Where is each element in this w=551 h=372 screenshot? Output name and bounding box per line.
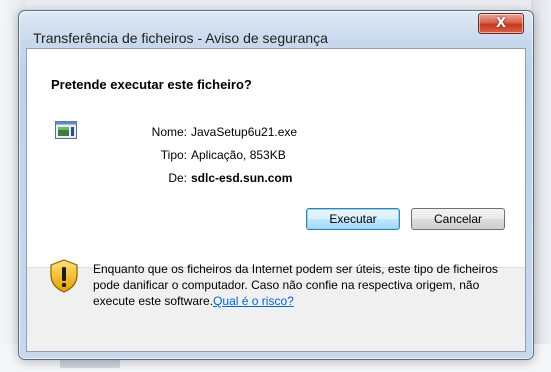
type-label-cell: Tipo:	[119, 148, 187, 162]
run-button[interactable]: Executar	[306, 208, 400, 230]
warning-message: Enquanto que os ficheiros da Internet po…	[93, 261, 513, 309]
dialog-question: Pretende executar este ficheiro?	[51, 77, 252, 92]
application-icon	[55, 121, 77, 139]
warning-text: Enquanto que os ficheiros da Internet po…	[93, 262, 498, 308]
from-label: De:	[168, 171, 187, 185]
name-label-cell: Nome:	[119, 125, 187, 139]
file-type-value: Aplicação, 853KB	[191, 148, 286, 162]
shield-warning-icon	[50, 259, 78, 293]
file-info-panel: Pretende executar este ficheiro? Nome: J…	[27, 49, 525, 268]
type-label: Tipo:	[160, 148, 187, 162]
risk-info-link[interactable]: Qual é o risco?	[213, 294, 294, 308]
close-button[interactable]: X	[478, 13, 524, 34]
window-title: Transferência de ficheiros - Aviso de se…	[33, 30, 328, 46]
from-label-cell: De:	[119, 171, 187, 185]
file-source-value: sdlc-esd.sun.com	[191, 171, 293, 185]
background-window-right	[531, 0, 551, 372]
name-label: Nome:	[151, 125, 187, 139]
cancel-button[interactable]: Cancelar	[411, 208, 505, 230]
close-icon: X	[495, 16, 507, 31]
file-name-value: JavaSetup6u21.exe	[191, 125, 298, 139]
security-warning-dialog: Transferência de ficheiros - Aviso de se…	[18, 10, 534, 360]
